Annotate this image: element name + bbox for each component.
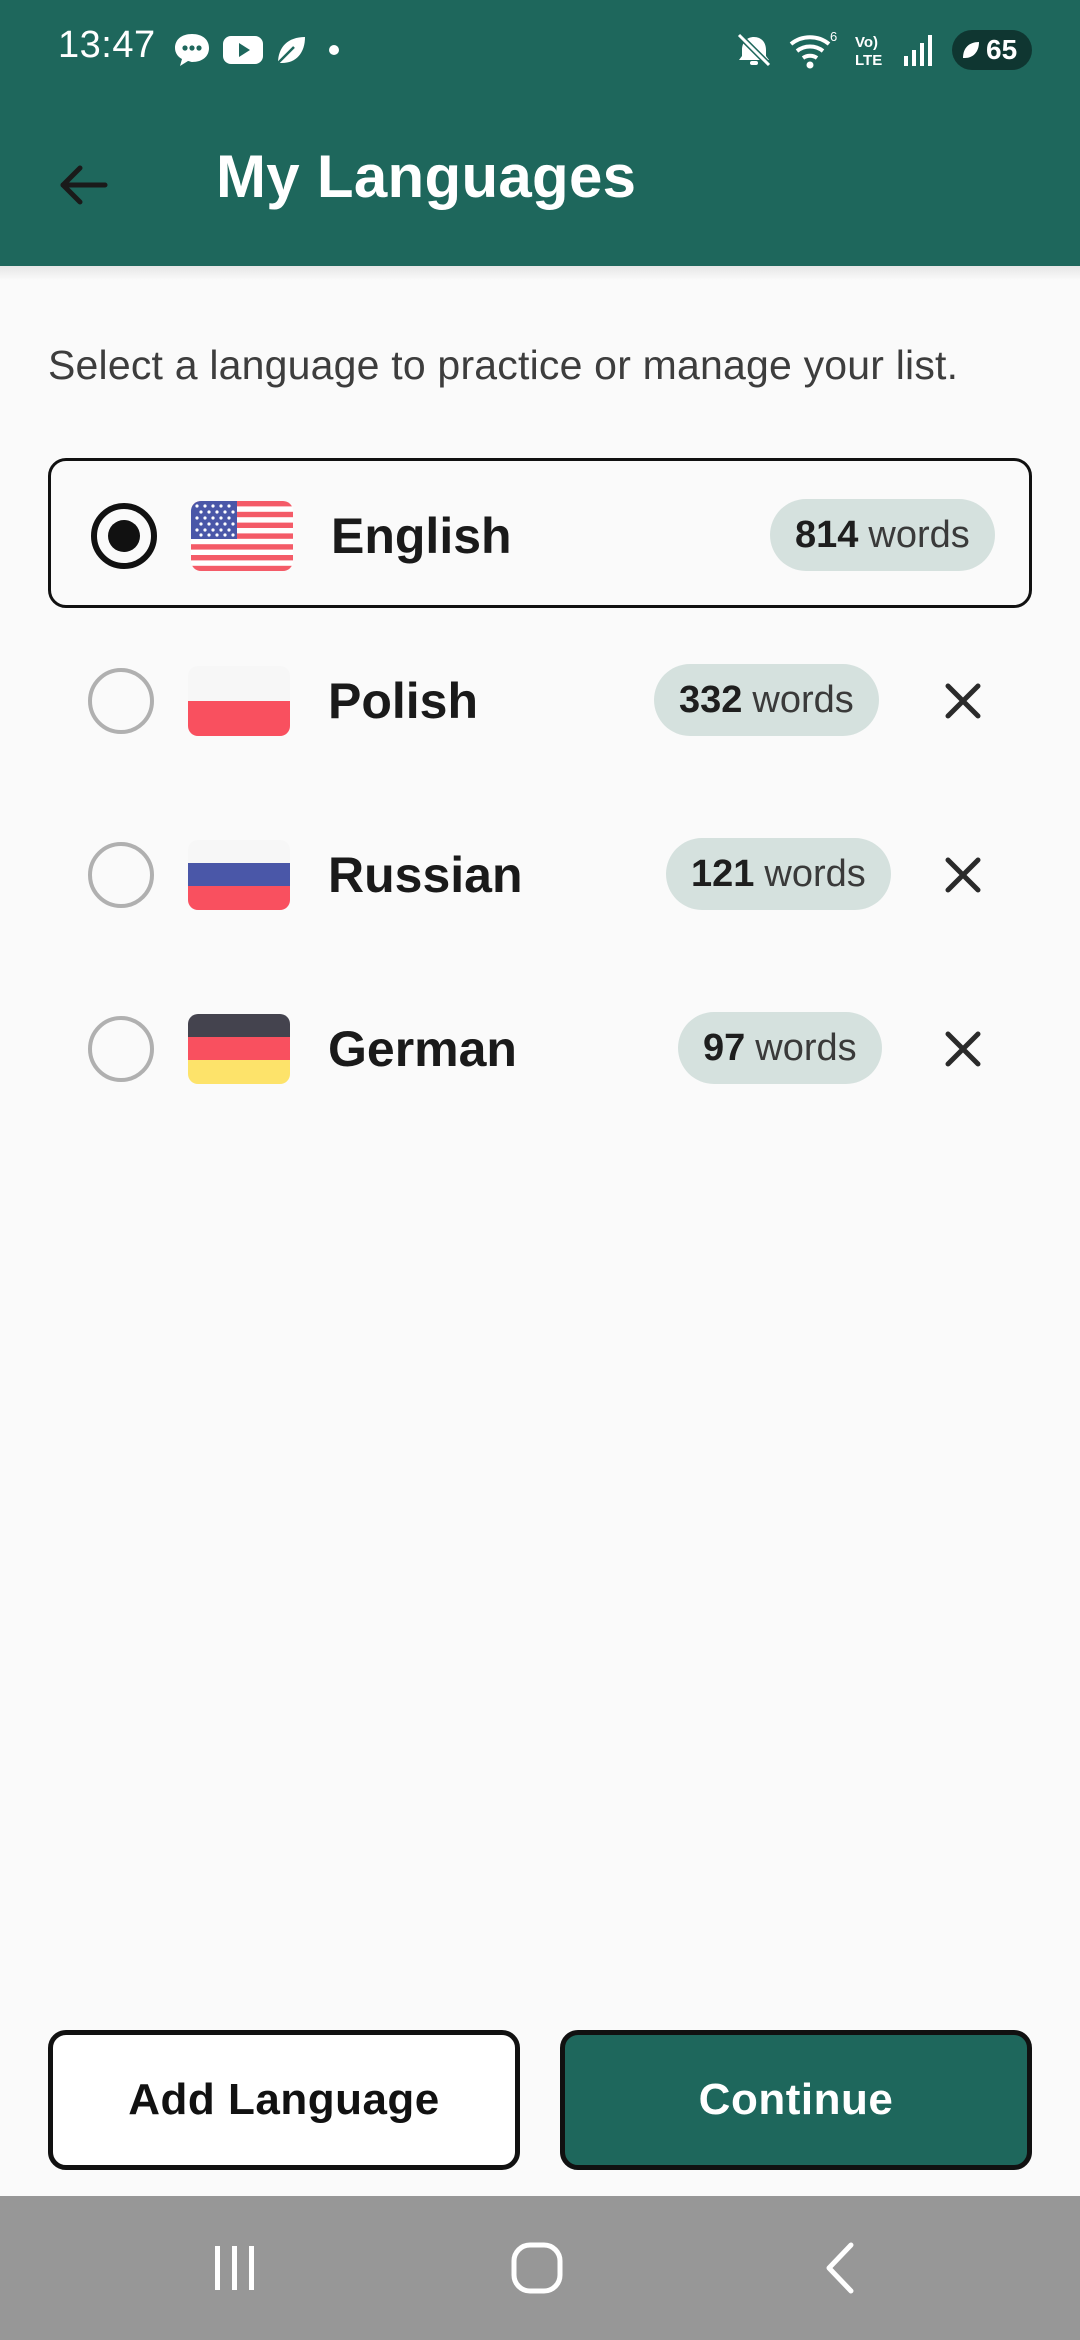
radio-button-english[interactable] — [91, 503, 157, 569]
svg-text:Vo): Vo) — [855, 34, 878, 51]
recents-icon — [215, 2246, 254, 2290]
language-name: Polish — [328, 673, 479, 729]
radio-button-russian[interactable] — [88, 842, 154, 908]
page-title: My Languages — [216, 143, 637, 210]
language-name: English — [331, 508, 512, 564]
home-icon — [511, 2242, 563, 2294]
radio-button-german[interactable] — [88, 1016, 154, 1082]
continue-button[interactable]: Continue — [560, 2030, 1032, 2170]
word-count-unit: words — [764, 852, 866, 895]
status-time: 13:47 — [58, 24, 156, 66]
word-count-badge: 332 words — [654, 664, 879, 736]
russia-flag-icon — [188, 840, 290, 910]
remove-language-button[interactable] — [928, 840, 998, 910]
system-navigation-bar — [0, 2196, 1080, 2340]
svg-text:6: 6 — [830, 30, 837, 44]
wifi-icon: 6 — [789, 30, 837, 69]
word-count-badge: 97 words — [678, 1012, 882, 1084]
germany-flag-icon — [188, 1014, 290, 1084]
signal-icon — [904, 35, 932, 66]
arrow-left-icon — [60, 165, 108, 205]
instructions-text: Select a language to practice or manage … — [48, 342, 959, 388]
back-icon — [826, 2242, 854, 2294]
language-item-polish[interactable]: Polish 332 words — [48, 626, 1032, 776]
chat-bubble-icon — [175, 34, 209, 66]
word-count: 814 — [795, 513, 859, 556]
svg-text:LTE: LTE — [855, 52, 882, 69]
youtube-icon — [223, 36, 263, 64]
language-name: German — [328, 1021, 517, 1077]
close-icon — [945, 683, 981, 719]
word-count-badge: 121 words — [666, 838, 891, 910]
poland-flag-icon — [188, 666, 290, 736]
app-bar-shadow — [0, 266, 1080, 280]
leaf-icon — [277, 37, 305, 64]
word-count: 97 — [703, 1026, 746, 1069]
word-count: 121 — [691, 852, 755, 895]
close-icon — [945, 1031, 981, 1067]
system-status-icons: 6 Vo) LTE 65 — [734, 28, 1032, 72]
radio-button-polish[interactable] — [88, 668, 154, 734]
language-item-english[interactable]: English 814 words — [48, 458, 1032, 608]
us-flag-icon — [191, 501, 293, 571]
remove-language-button[interactable] — [928, 666, 998, 736]
my-languages-screen: 13:47 6 Vo) LTE 65 My Languages Select a… — [0, 0, 1080, 2340]
battery-indicator: 65 — [952, 30, 1032, 70]
word-count: 332 — [679, 678, 743, 721]
dot-icon — [329, 45, 339, 55]
nav-back-button[interactable] — [796, 2226, 886, 2310]
language-item-russian[interactable]: Russian 121 words — [48, 800, 1032, 950]
home-button[interactable] — [492, 2226, 582, 2310]
status-bar: 13:47 6 Vo) LTE 65 — [0, 0, 1080, 100]
close-icon — [945, 857, 981, 893]
battery-saver-icon — [963, 42, 979, 58]
notification-icons — [172, 30, 346, 70]
volte-icon: Vo) LTE — [855, 34, 882, 69]
app-bar: My Languages — [0, 100, 1080, 266]
word-count-unit: words — [752, 678, 854, 721]
back-button[interactable] — [48, 150, 118, 220]
radio-dot — [108, 520, 140, 552]
language-name: Russian — [328, 847, 523, 903]
remove-language-button[interactable] — [928, 1014, 998, 1084]
mute-icon — [736, 32, 772, 68]
word-count-unit: words — [755, 1026, 857, 1069]
add-language-button[interactable]: Add Language — [48, 2030, 520, 2170]
recents-button[interactable] — [190, 2226, 280, 2310]
word-count-badge: 814 words — [770, 499, 995, 571]
language-item-german[interactable]: German 97 words — [48, 974, 1032, 1124]
battery-level: 65 — [986, 34, 1018, 65]
word-count-unit: words — [868, 513, 970, 556]
